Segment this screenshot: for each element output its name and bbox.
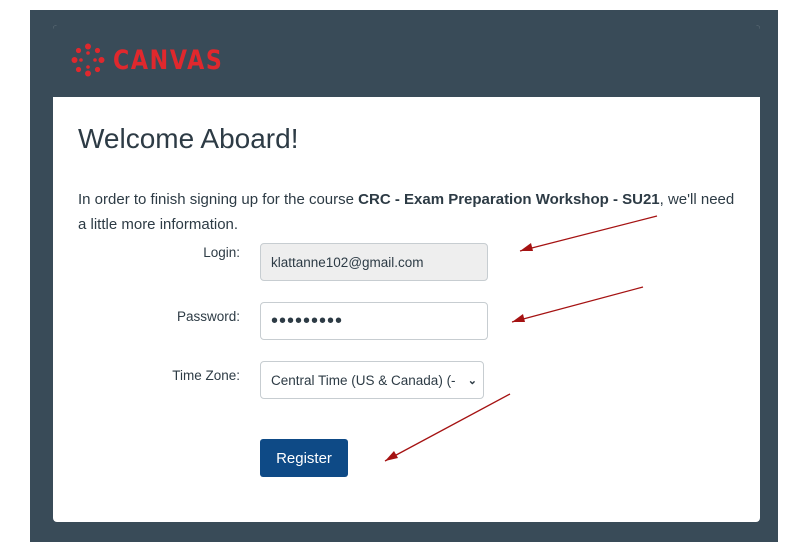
arrow-password <box>511 286 644 323</box>
annotation-arrows <box>384 215 658 462</box>
arrowhead-password <box>512 314 525 322</box>
arrowhead-login <box>520 243 533 251</box>
arrow-timezone <box>384 393 511 462</box>
arrowhead-register <box>385 451 398 461</box>
arrow-login <box>519 215 658 252</box>
